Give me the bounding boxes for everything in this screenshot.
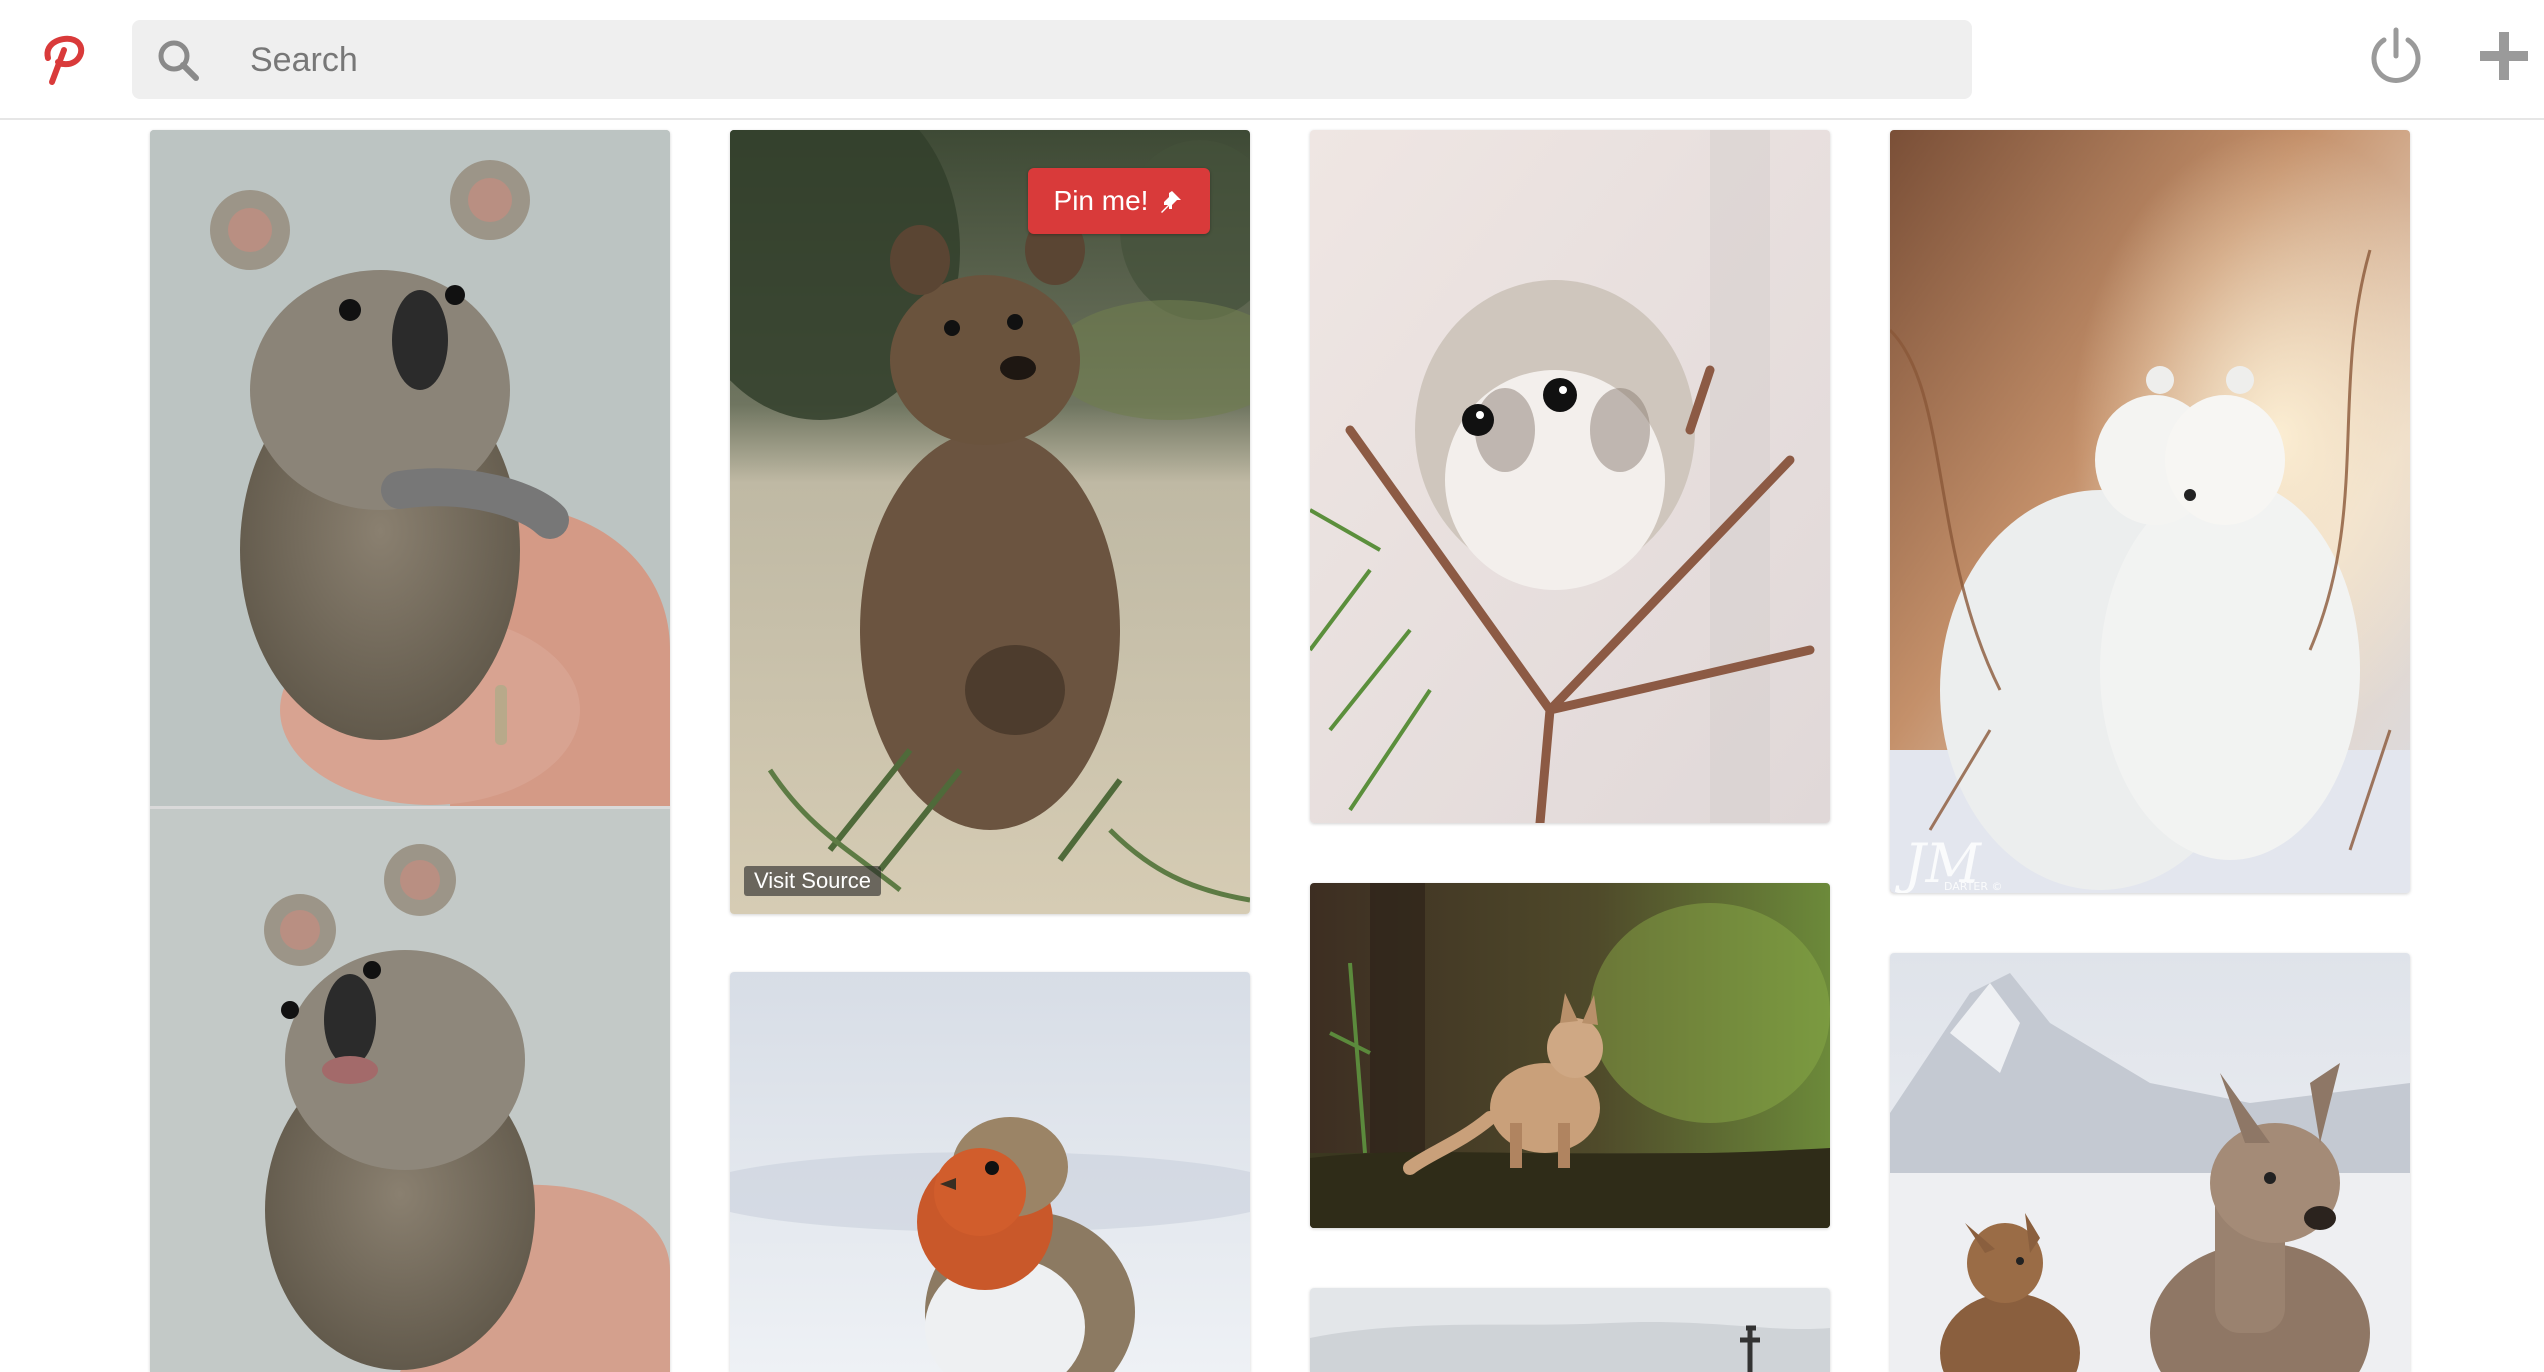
quokka-photo [730,130,1250,914]
pin-me-label: Pin me! [1053,185,1149,216]
pin-card-fox-cub[interactable] [1310,883,1830,1228]
pin-me-button[interactable]: Pin me! [1028,168,1210,234]
pin-card-polar-bears[interactable]: JM DARTER © [1890,130,2410,893]
bird-photo [730,972,1250,1372]
power-icon[interactable] [2366,26,2426,86]
pin-card-bird[interactable] [730,972,1250,1372]
pin-card-koala[interactable] [150,130,670,1372]
search-bar[interactable] [132,20,1972,101]
pin-card-quokka[interactable]: Pin me! Visit Source [730,130,1250,914]
search-input[interactable] [248,20,1932,101]
search-icon [158,40,199,81]
pinterest-p-icon[interactable] [34,28,94,88]
snowy-landscape-photo [1310,1288,1830,1372]
svg-text:DARTER ©: DARTER © [1944,880,2002,893]
polar-bears-photo: JM DARTER © [1890,130,2410,893]
pin-card-snowy-landscape[interactable] [1310,1288,1830,1372]
flying-squirrel-photo [1310,130,1830,823]
plus-icon[interactable] [2474,26,2534,86]
deer-photo [1890,953,2410,1372]
koala-photo [150,130,670,1372]
fox-cub-photo [1310,883,1830,1228]
pushpin-icon [1161,191,1182,213]
visit-source-link[interactable]: Visit Source [744,866,881,896]
pin-card-flying-squirrel[interactable] [1310,130,1830,823]
pin-card-deer[interactable] [1890,953,2410,1372]
top-bar [0,0,2544,120]
